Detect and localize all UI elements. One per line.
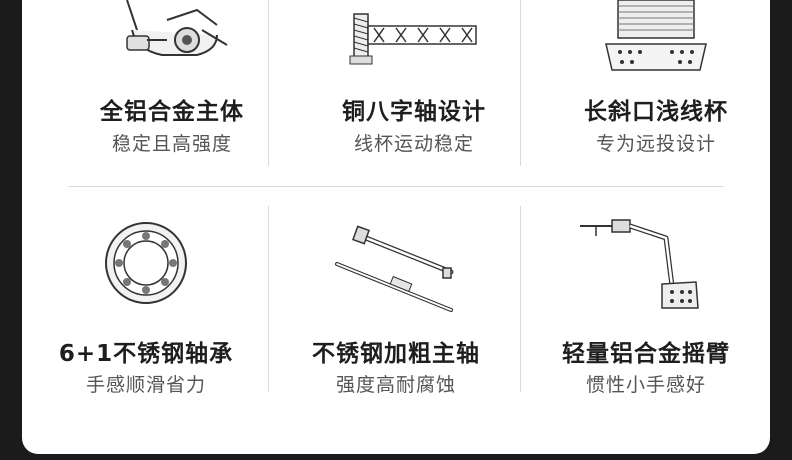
- feature-title: 铜八字轴设计: [342, 99, 486, 125]
- ball-bearing-icon: [22, 218, 270, 312]
- feature-item: 轻量铝合金摇臂 惯性小手感好: [522, 212, 770, 402]
- column-divider: [520, 206, 521, 392]
- row-divider: [68, 186, 724, 187]
- feature-title: 6+1不锈钢轴承: [58, 341, 234, 367]
- copper-crossing-gear-icon: [290, 6, 538, 70]
- feature-title: 全铝合金主体: [100, 99, 244, 125]
- feature-item: 6+1不锈钢轴承 手感顺滑省力: [22, 212, 270, 402]
- feature-subtitle: 惯性小手感好: [585, 374, 706, 396]
- feature-title: 不锈钢加粗主轴: [312, 341, 480, 367]
- feature-subtitle: 稳定且高强度: [111, 133, 232, 155]
- feature-subtitle: 专为远投设计: [595, 133, 716, 155]
- spinning-reel-body-icon: [48, 0, 296, 74]
- feature-item: 不锈钢加粗主轴 强度高耐腐蚀: [272, 212, 520, 402]
- main-shaft-icon: [272, 222, 520, 316]
- feature-title: 轻量铝合金摇臂: [562, 341, 730, 367]
- feature-subtitle: 强度高耐腐蚀: [335, 374, 456, 396]
- feature-title: 长斜口浅线杯: [584, 99, 728, 125]
- reel-handle-arm-icon: [522, 216, 770, 316]
- feature-subtitle: 线杯运动稳定: [353, 133, 474, 155]
- feature-card: 全铝合金主体 稳定且高强度 铜八字轴设计 线杯运动稳定 长斜口浅线杯 专为远投设…: [22, 0, 770, 454]
- feature-subtitle: 手感顺滑省力: [85, 374, 206, 396]
- feature-item: 铜八字轴设计 线杯运动稳定: [290, 0, 538, 180]
- feature-item: 长斜口浅线杯 专为远投设计: [532, 0, 780, 180]
- long-taper-spool-icon: [532, 0, 780, 78]
- feature-item: 全铝合金主体 稳定且高强度: [48, 0, 296, 180]
- column-divider: [520, 0, 521, 166]
- column-divider: [268, 0, 269, 166]
